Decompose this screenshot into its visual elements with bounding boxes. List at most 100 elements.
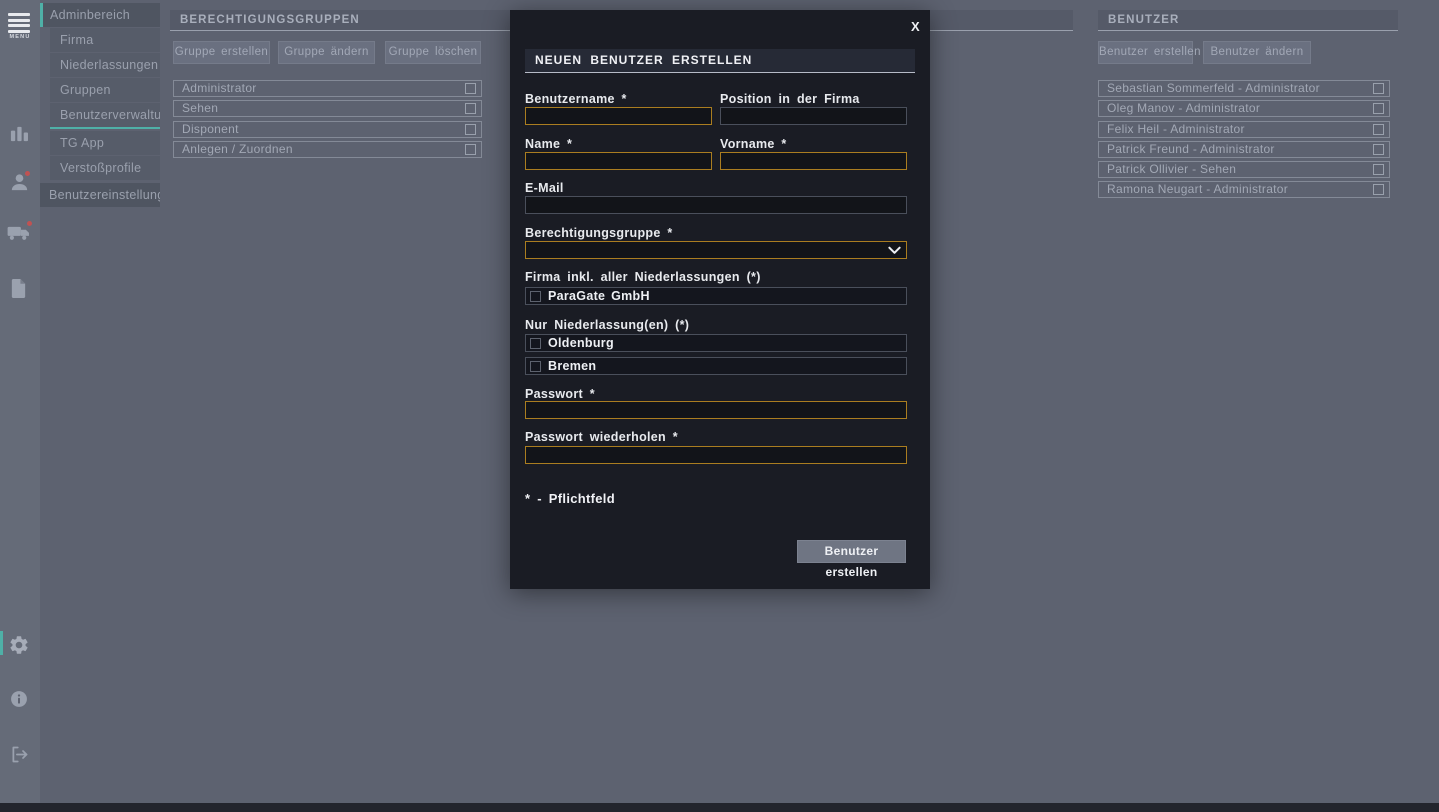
edit-user-button[interactable]: Benutzer ändern [1203, 41, 1311, 64]
truck-icon[interactable] [6, 224, 32, 243]
sidebar-item-firma[interactable]: Firma [50, 28, 160, 52]
lastname-input[interactable] [525, 152, 712, 170]
group-row-checkbox[interactable] [465, 103, 476, 114]
user-row[interactable]: Ramona Neugart - Administrator [1098, 181, 1390, 198]
sidebar-item-label: Verstoßprofile [60, 161, 141, 175]
hamburger-menu-icon[interactable] [8, 13, 30, 35]
group-row-checkbox[interactable] [465, 83, 476, 94]
company-option-label: ParaGate GmbH [548, 288, 650, 305]
sidebar-item-label: Benutzerverwaltung [60, 108, 160, 122]
user-row-checkbox[interactable] [1373, 124, 1384, 135]
create-group-button[interactable]: Gruppe erstellen [173, 41, 270, 64]
bottom-bar [0, 803, 1439, 812]
submit-create-user-button[interactable]: Benutzer erstellen [797, 540, 906, 563]
create-user-modal: X NEUEN BENUTZER ERSTELLEN Benutzername … [510, 10, 930, 589]
permission-group-label: Berechtigungsgruppe * [525, 226, 673, 240]
sidebar-item-label: Gruppen [60, 83, 111, 97]
password-repeat-label: Passwort wiederholen * [525, 430, 678, 444]
group-row-label: Disponent [182, 122, 239, 136]
user-notification-badge [25, 171, 30, 176]
username-input[interactable] [525, 107, 712, 125]
user-row-checkbox[interactable] [1373, 164, 1384, 175]
sidebar-item-label: Benutzereinstellungen [49, 188, 160, 202]
menu-label: MENU [0, 34, 40, 40]
group-row-label: Administrator [182, 81, 257, 95]
firstname-input[interactable] [720, 152, 907, 170]
user-row-label: Ramona Neugart - Administrator [1107, 182, 1288, 196]
close-icon[interactable]: X [911, 20, 920, 33]
bar-chart-icon[interactable] [9, 123, 30, 144]
password-repeat-input[interactable] [525, 446, 907, 464]
position-label: Position in der Firma [720, 92, 860, 106]
group-row[interactable]: Sehen [173, 100, 482, 117]
sidebar-item-adminbereich[interactable]: Adminbereich [40, 3, 160, 27]
sidebar-item-label: Adminbereich [50, 8, 130, 22]
user-row-label: Oleg Manov - Administrator [1107, 101, 1260, 115]
password-label: Passwort * [525, 387, 595, 401]
user-row-checkbox[interactable] [1373, 103, 1384, 114]
company-option-row[interactable]: ParaGate GmbH [525, 287, 907, 305]
truck-notification-badge [27, 221, 32, 226]
sidebar-item-tg-app[interactable]: TG App [50, 131, 160, 155]
user-row[interactable]: Felix Heil - Administrator [1098, 121, 1390, 138]
group-row-label: Anlegen / Zuordnen [182, 142, 293, 156]
email-input[interactable] [525, 196, 907, 214]
icon-rail: MENU [0, 0, 40, 812]
sidebar-item-label: Niederlassungen [60, 58, 158, 72]
lastname-label: Name * [525, 137, 572, 151]
company-section-label: Firma inkl. aller Niederlassungen (*) [525, 270, 761, 284]
user-row-checkbox[interactable] [1373, 83, 1384, 94]
sidebar-item-niederlassungen[interactable]: Niederlassungen [50, 53, 160, 77]
required-field-note: * - Pflichtfeld [525, 491, 615, 506]
user-row-checkbox[interactable] [1373, 144, 1384, 155]
settings-active-indicator [0, 631, 3, 655]
password-input[interactable] [525, 401, 907, 419]
create-user-button[interactable]: Benutzer erstellen [1098, 41, 1193, 64]
info-icon[interactable] [9, 689, 29, 709]
branch-checkbox[interactable] [530, 338, 541, 349]
sidebar-item-benutzereinstellungen[interactable]: Benutzereinstellungen [40, 183, 160, 207]
group-row[interactable]: Administrator [173, 80, 482, 97]
branch-section-label: Nur Niederlassung(en) (*) [525, 318, 689, 332]
app-root: MENU [0, 0, 1439, 812]
user-row[interactable]: Patrick Ollivier - Sehen [1098, 161, 1390, 178]
edit-group-button[interactable]: Gruppe ändern [278, 41, 375, 64]
user-row-label: Felix Heil - Administrator [1107, 122, 1245, 136]
username-label: Benutzername * [525, 92, 627, 106]
logout-icon[interactable] [9, 744, 30, 765]
chevron-down-icon [888, 246, 901, 255]
group-row-checkbox[interactable] [465, 124, 476, 135]
sidebar-item-gruppen[interactable]: Gruppen [50, 78, 160, 102]
permission-group-select[interactable] [525, 241, 907, 259]
sidebar-item-label: Firma [60, 33, 93, 47]
group-row[interactable]: Disponent [173, 121, 482, 138]
user-row-checkbox[interactable] [1373, 184, 1384, 195]
group-row-checkbox[interactable] [465, 144, 476, 155]
sidebar-item-label: TG App [60, 136, 104, 150]
branch-checkbox[interactable] [530, 361, 541, 372]
user-row-label: Sebastian Sommerfeld - Administrator [1107, 81, 1320, 95]
branch-option-row[interactable]: Bremen [525, 357, 907, 375]
user-row-label: Patrick Ollivier - Sehen [1107, 162, 1236, 176]
branch-option-label: Oldenburg [548, 335, 614, 352]
delete-group-button[interactable]: Gruppe löschen [385, 41, 481, 64]
user-row[interactable]: Sebastian Sommerfeld - Administrator [1098, 80, 1390, 97]
firstname-label: Vorname * [720, 137, 787, 151]
users-panel-title: BENUTZER [1098, 10, 1398, 31]
group-row-label: Sehen [182, 101, 218, 115]
permission-group-selected-value [526, 244, 531, 258]
document-icon[interactable] [9, 277, 28, 300]
position-input[interactable] [720, 107, 907, 125]
branch-option-label: Bremen [548, 358, 596, 375]
email-label: E-Mail [525, 181, 564, 195]
branch-option-row[interactable]: Oldenburg [525, 334, 907, 352]
sidebar-item-benutzerverwaltung[interactable]: Benutzerverwaltung [50, 103, 160, 129]
sidebar-item-verstossprofile[interactable]: Verstoßprofile [50, 156, 160, 180]
gear-icon[interactable] [8, 634, 30, 656]
user-row[interactable]: Oleg Manov - Administrator [1098, 100, 1390, 117]
modal-title: NEUEN BENUTZER ERSTELLEN [525, 49, 915, 73]
user-row[interactable]: Patrick Freund - Administrator [1098, 141, 1390, 158]
company-checkbox[interactable] [530, 291, 541, 302]
user-row-label: Patrick Freund - Administrator [1107, 142, 1275, 156]
group-row[interactable]: Anlegen / Zuordnen [173, 141, 482, 158]
